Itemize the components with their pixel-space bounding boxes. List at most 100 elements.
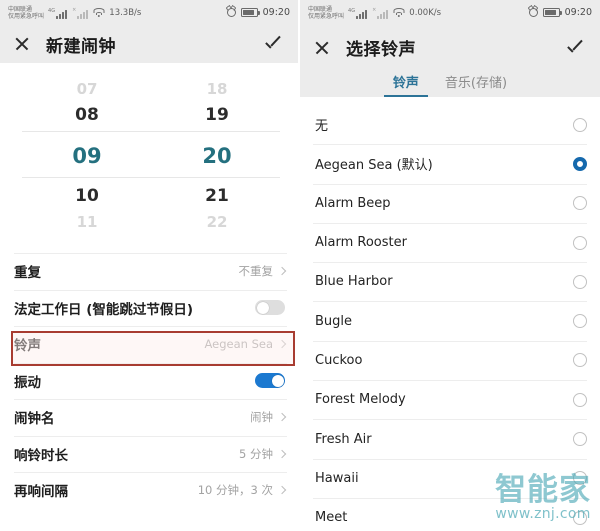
signal-bars-dim-icon: [77, 9, 89, 19]
no-service-icon: ×: [372, 6, 377, 13]
ringtone-title-bar: 选择铃声: [300, 25, 600, 70]
hour-option-selected[interactable]: 09: [22, 144, 152, 168]
setting-row-snooze[interactable]: 再响间隔 10 分钟，3 次: [0, 472, 298, 509]
hour-option[interactable]: 08: [22, 105, 152, 125]
radio-button[interactable]: [573, 471, 587, 486]
radio-button[interactable]: [573, 353, 587, 368]
network-type-label: 4G: [348, 7, 356, 14]
hour-option[interactable]: 11: [22, 213, 152, 231]
ringtone-name: Bugle: [315, 313, 353, 329]
check-icon[interactable]: [567, 41, 586, 55]
setting-row-vibration[interactable]: 振动: [0, 362, 298, 400]
chevron-right-icon: [277, 267, 287, 276]
minute-option[interactable]: 18: [152, 80, 282, 98]
setting-value-group: Aegean Sea: [204, 337, 287, 351]
setting-label: 法定工作日 (智能跳过节假日): [14, 301, 194, 318]
hour-option[interactable]: 10: [22, 186, 152, 206]
radio-button[interactable]: [573, 117, 587, 132]
carrier-label: 中国联通 仅用紧急呼叫: [308, 6, 344, 20]
ringtone-item-blue-harbor[interactable]: Blue Harbor: [300, 262, 600, 301]
vibration-toggle[interactable]: [255, 373, 285, 389]
status-time: 09:20: [262, 7, 290, 18]
carrier-label: 中国联通 仅用紧急呼叫: [8, 6, 44, 20]
no-service-icon: ×: [72, 6, 77, 13]
setting-row-ringtone[interactable]: 铃声 Aegean Sea: [0, 326, 298, 363]
alarm-clock-icon: [226, 8, 236, 17]
minute-column[interactable]: 18 19 20 21 22: [152, 63, 282, 253]
radio-button[interactable]: [573, 314, 587, 329]
tab-music-storage[interactable]: 音乐(存储): [445, 72, 507, 97]
radio-button[interactable]: [573, 510, 587, 525]
setting-value: 5 分钟: [239, 446, 273, 461]
ringtone-name: Aegean Sea (默认): [315, 158, 433, 174]
workday-toggle[interactable]: [255, 300, 285, 316]
alarm-clock-icon: [528, 8, 538, 17]
ringtone-item-aegean-sea[interactable]: Aegean Sea (默认): [300, 144, 600, 183]
hour-option[interactable]: 07: [22, 80, 152, 98]
setting-row-alarm-name[interactable]: 闹钟名 闹钟: [0, 399, 298, 436]
alarm-create-screen: 中国联通 仅用紧急呼叫 4G × 13.3B/s 09:20 新建闹钟 07 0…: [0, 0, 298, 531]
ringtone-item-forest-melody[interactable]: Forest Melody: [300, 380, 600, 419]
signal-icon: 4G: [48, 7, 68, 19]
radio-button[interactable]: [573, 432, 587, 447]
signal-icon-secondary: ×: [72, 7, 89, 19]
time-picker[interactable]: 07 08 09 10 11 18 19 20 21 22: [0, 63, 298, 253]
radio-button[interactable]: [573, 196, 587, 211]
page-title: 选择铃声: [346, 40, 416, 60]
ringtone-name: Blue Harbor: [315, 274, 393, 290]
network-speed: 13.3B/s: [109, 7, 142, 18]
ringtone-name: Alarm Rooster: [315, 235, 407, 251]
carrier-name: 中国联通: [8, 5, 33, 13]
setting-label: 重复: [14, 265, 41, 282]
ringtone-item-hawaii[interactable]: Hawaii: [300, 458, 600, 498]
battery-icon: [240, 8, 260, 17]
setting-value: 闹钟: [250, 410, 273, 425]
radio-button[interactable]: [573, 274, 587, 289]
setting-label: 振动: [14, 374, 41, 391]
ringtone-tab-bar: 铃声 音乐(存储): [300, 70, 600, 97]
setting-label: 铃声: [14, 338, 41, 355]
ringtone-item-cuckoo[interactable]: Cuckoo: [300, 340, 600, 380]
ringtone-item-alarm-rooster[interactable]: Alarm Rooster: [300, 222, 600, 262]
ringtone-item-fresh-air[interactable]: Fresh Air: [300, 419, 600, 458]
status-time: 09:20: [564, 7, 592, 18]
setting-row-ring-duration[interactable]: 响铃时长 5 分钟: [0, 435, 298, 473]
setting-value-group: [255, 373, 285, 389]
wifi-icon: [393, 8, 405, 17]
setting-value-group: 5 分钟: [239, 446, 287, 462]
check-icon[interactable]: [265, 37, 284, 51]
status-bar-right-group-left: 09:20: [226, 7, 290, 18]
ringtone-item-meet[interactable]: Meet: [300, 497, 600, 531]
minute-option[interactable]: 19: [152, 105, 282, 125]
setting-value-group: 10 分钟，3 次: [198, 482, 287, 498]
ringtone-name: Forest Melody: [315, 392, 406, 408]
ringtone-item-none[interactable]: 无: [300, 105, 600, 144]
signal-bars-icon: [56, 9, 68, 19]
setting-label: 响铃时长: [14, 447, 68, 464]
signal-bars-icon: [356, 9, 368, 19]
minute-option-selected[interactable]: 20: [152, 144, 282, 168]
status-bar-right-group: 09:20: [528, 7, 592, 18]
battery-icon: [542, 8, 562, 17]
hour-column[interactable]: 07 08 09 10 11: [22, 63, 152, 253]
ringtone-item-bugle[interactable]: Bugle: [300, 301, 600, 340]
signal-icon-secondary: ×: [372, 7, 389, 19]
setting-value-group: [255, 300, 285, 316]
setting-label: 闹钟名: [14, 411, 55, 428]
minute-option[interactable]: 21: [152, 186, 282, 206]
close-icon[interactable]: [14, 36, 30, 52]
radio-button[interactable]: [573, 235, 587, 250]
ringtone-name: Hawaii: [315, 470, 359, 486]
tab-ringtones[interactable]: 铃声: [383, 72, 428, 97]
radio-button[interactable]: [573, 392, 587, 407]
radio-button-selected[interactable]: [573, 156, 587, 171]
carrier-name: 中国联通: [308, 5, 333, 13]
setting-row-workday[interactable]: 法定工作日 (智能跳过节假日): [0, 289, 298, 327]
carrier-state: 仅用紧急呼叫: [8, 12, 45, 20]
ringtone-item-alarm-beep[interactable]: Alarm Beep: [300, 183, 600, 223]
setting-row-repeat[interactable]: 重复 不重复: [0, 253, 298, 290]
carrier-state: 仅用紧急呼叫: [308, 12, 345, 20]
minute-option[interactable]: 22: [152, 213, 282, 231]
close-icon[interactable]: [314, 40, 330, 56]
setting-label: 再响间隔: [14, 484, 68, 501]
